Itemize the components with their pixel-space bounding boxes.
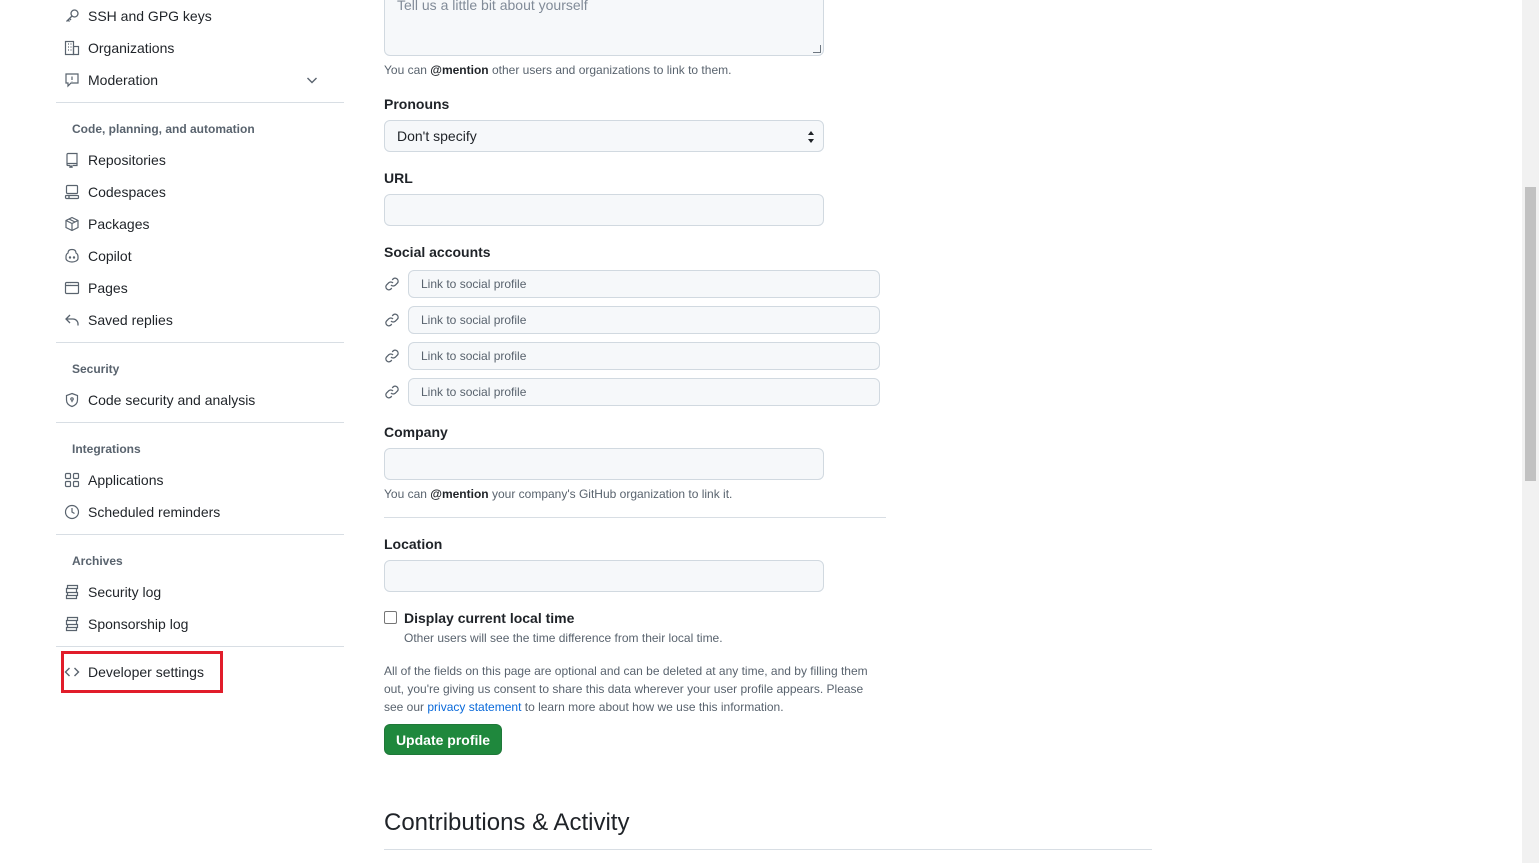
social-account-row: Link to social profile: [384, 378, 880, 406]
sidebar-item-copilot[interactable]: Copilot: [64, 240, 336, 272]
sidebar-item-label: Codespaces: [88, 184, 166, 200]
social-account-row: Link to social profile: [384, 306, 880, 334]
bio-note-prefix: You can: [384, 63, 431, 77]
bio-note-mention: @mention: [430, 63, 489, 77]
log-icon: [64, 584, 80, 600]
organization-icon: [64, 40, 80, 56]
social-profile-input[interactable]: Link to social profile: [408, 342, 880, 370]
sidebar-item-codespaces[interactable]: Codespaces: [64, 176, 336, 208]
sidebar-item-pages[interactable]: Pages: [64, 272, 336, 304]
browser-icon: [64, 280, 80, 296]
sidebar-divider: [56, 422, 344, 423]
sidebar-item-organizations[interactable]: Organizations: [64, 32, 336, 64]
company-note-suffix: your company's GitHub organization to li…: [488, 487, 733, 501]
sidebar-item-label: Security log: [88, 584, 162, 600]
section-heading-code-planning: Code, planning, and automation: [72, 122, 255, 136]
company-input[interactable]: [384, 448, 824, 480]
sidebar-item-packages[interactable]: Packages: [64, 208, 336, 240]
highlight-annotation: [61, 651, 223, 693]
heading-divider: [384, 849, 1152, 850]
sidebar-divider: [56, 342, 344, 343]
sidebar-item-label: Code security and analysis: [88, 392, 256, 408]
sidebar-item-label: Saved replies: [88, 312, 173, 328]
copilot-icon: [64, 248, 80, 264]
social-profile-input[interactable]: Link to social profile: [408, 306, 880, 334]
bio-note-suffix: other users and organizations to link to…: [488, 63, 732, 77]
company-note-prefix: You can: [384, 487, 431, 501]
chevron-down-icon[interactable]: [304, 72, 320, 88]
log-icon: [64, 616, 80, 632]
report-icon: [64, 72, 80, 88]
repo-icon: [64, 152, 80, 168]
page-scrollbar[interactable]: [1522, 0, 1539, 863]
company-help-text: You can @mention your company's GitHub o…: [384, 487, 732, 501]
sidebar-item-label: Scheduled reminders: [88, 504, 221, 520]
privacy-disclaimer: All of the fields on this page are optio…: [384, 662, 884, 716]
update-profile-button[interactable]: Update profile: [384, 724, 502, 755]
codespaces-icon: [64, 184, 80, 200]
sidebar-item-code-security[interactable]: Code security and analysis: [64, 384, 336, 416]
location-input[interactable]: [384, 560, 824, 592]
pronouns-label: Pronouns: [384, 96, 450, 112]
social-profile-input[interactable]: Link to social profile: [408, 270, 880, 298]
sidebar-item-security-log[interactable]: Security log: [64, 576, 336, 608]
sidebar-divider: [56, 102, 344, 103]
reply-icon: [64, 312, 80, 328]
link-icon: [384, 384, 400, 400]
sidebar-item-label: Organizations: [88, 40, 175, 56]
pronouns-selected-value: Don't specify: [397, 128, 477, 144]
sidebar-item-label: Pages: [88, 280, 128, 296]
sidebar-item-scheduled-reminders[interactable]: Scheduled reminders: [64, 496, 336, 528]
location-label: Location: [384, 536, 443, 552]
link-icon: [384, 348, 400, 364]
sidebar-item-label: Sponsorship log: [88, 616, 189, 632]
sidebar-item-sponsorship-log[interactable]: Sponsorship log: [64, 608, 336, 640]
resize-handle-icon[interactable]: [813, 45, 821, 53]
sidebar-divider: [56, 646, 344, 647]
sidebar-item-moderation[interactable]: Moderation: [64, 64, 336, 96]
sidebar-item-label: Moderation: [88, 72, 159, 88]
link-icon: [384, 312, 400, 328]
sidebar-item-label: Repositories: [88, 152, 166, 168]
sidebar-divider: [56, 534, 344, 535]
shield-lock-icon: [64, 392, 80, 408]
section-heading-security: Security: [72, 362, 120, 376]
disclaimer-suffix: to learn more about how we use this info…: [521, 700, 784, 714]
url-label: URL: [384, 170, 413, 186]
bio-textarea[interactable]: Tell us a little bit about yourself: [384, 0, 824, 56]
scrollbar-thumb[interactable]: [1525, 187, 1536, 481]
section-heading-archives: Archives: [72, 554, 123, 568]
social-profile-input[interactable]: Link to social profile: [408, 378, 880, 406]
pronouns-select[interactable]: Don't specify: [384, 120, 824, 152]
social-accounts-label: Social accounts: [384, 244, 491, 260]
company-label: Company: [384, 424, 448, 440]
section-heading-integrations: Integrations: [72, 442, 141, 456]
social-account-row: Link to social profile: [384, 342, 880, 370]
sidebar-item-label: Applications: [88, 472, 164, 488]
contributions-heading: Contributions & Activity: [384, 809, 630, 836]
sidebar-item-applications[interactable]: Applications: [64, 464, 336, 496]
sidebar-item-label: SSH and GPG keys: [88, 8, 212, 24]
link-icon: [384, 276, 400, 292]
sidebar-item-label: Copilot: [88, 248, 132, 264]
select-arrows-icon: [808, 131, 814, 143]
sidebar-item-label: Packages: [88, 216, 150, 232]
clock-icon: [64, 504, 80, 520]
package-icon: [64, 216, 80, 232]
sidebar-item-saved-replies[interactable]: Saved replies: [64, 304, 336, 336]
form-divider: [384, 517, 886, 518]
privacy-statement-link[interactable]: privacy statement: [427, 700, 521, 714]
local-time-help-text: Other users will see the time difference…: [404, 631, 723, 645]
apps-icon: [64, 472, 80, 488]
key-icon: [64, 8, 80, 24]
social-account-row: Link to social profile: [384, 270, 880, 298]
bio-placeholder: Tell us a little bit about yourself: [397, 0, 588, 13]
bio-help-text: You can @mention other users and organiz…: [384, 63, 731, 77]
sidebar-item-repositories[interactable]: Repositories: [64, 144, 336, 176]
sidebar-item-ssh-gpg-keys[interactable]: SSH and GPG keys: [64, 0, 336, 32]
local-time-checkbox[interactable]: [384, 611, 397, 624]
url-input[interactable]: [384, 194, 824, 226]
company-note-mention: @mention: [430, 487, 489, 501]
local-time-label[interactable]: Display current local time: [404, 610, 574, 626]
